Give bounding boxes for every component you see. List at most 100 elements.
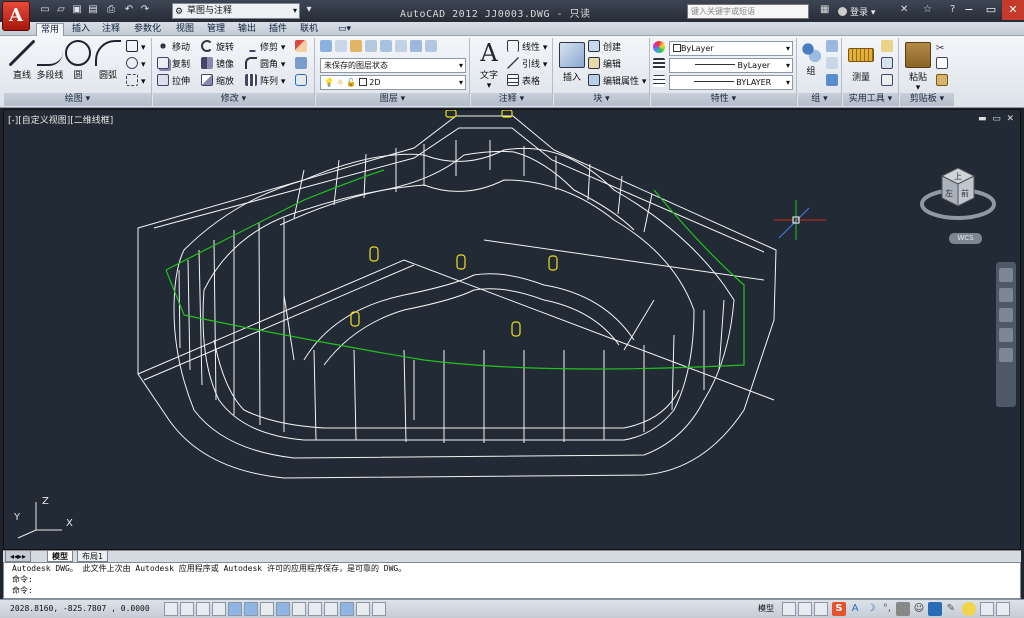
leader-button[interactable]: 引线 ▾ [507,57,547,72]
command-prompt[interactable]: 命令: [4,585,1020,596]
quick-access-dropdown-icon[interactable]: ▾ [302,4,316,17]
wcs-menu[interactable]: WCS [949,233,982,244]
input-method-icon[interactable]: S [832,602,846,616]
ime-letter-icon[interactable]: A [848,602,862,616]
maximize-button[interactable]: ▭ [980,0,1002,20]
pan-icon[interactable] [999,288,1013,302]
tab-manage[interactable]: 管理 [203,23,229,36]
polar-toggle[interactable] [228,602,242,616]
create-block-button[interactable]: 创建 [588,40,621,55]
hatch-button[interactable]: ▾ [126,57,146,72]
selection-cycling-toggle[interactable] [372,602,386,616]
layer-previous-icon[interactable] [350,40,362,52]
draw-panel-title[interactable]: 绘图 ▾ [4,93,151,106]
layer-isolate-icon[interactable] [365,40,377,52]
move-button[interactable]: 移动 [157,40,190,55]
steering-wheel-icon[interactable] [999,268,1013,282]
region-button[interactable]: ▾ [126,74,146,89]
paste-button[interactable]: 粘贴 ▾ [902,42,934,93]
color-select[interactable]: ByLayer ▾ [669,41,793,56]
clean-screen-icon[interactable] [996,602,1010,616]
tab-parametric[interactable]: 参数化 [130,23,165,36]
isolate-objects-icon[interactable] [980,602,994,616]
annotation-scale-icon[interactable] [814,602,828,616]
match-properties-icon[interactable] [653,41,668,56]
tab-online[interactable]: 联机 [296,23,322,36]
infer-constraints-toggle[interactable] [164,602,178,616]
osnap-toggle[interactable] [244,602,258,616]
zoom-icon[interactable] [999,308,1013,322]
minimize-button[interactable]: − [958,0,980,20]
showmotion-icon[interactable] [999,348,1013,362]
shirt-icon[interactable] [928,602,942,616]
save-as-icon[interactable]: ▤ [86,4,100,17]
block-panel-title[interactable]: 块 ▾ [554,93,649,106]
undo-icon[interactable]: ↶ [122,4,136,17]
viewcube-graphic[interactable]: 上 左 前 [918,156,996,236]
clipboard-panel-title[interactable]: 剪贴板 ▾ [900,93,954,106]
cut-icon[interactable]: ✂ [936,40,951,55]
fillet-button[interactable]: 圆角 ▾ [245,57,285,72]
connect-icon[interactable]: ☆ [923,4,932,15]
layer-lock-icon[interactable] [410,40,422,52]
quick-view-drawings-icon[interactable] [798,602,812,616]
login-button[interactable]: 登录 ▾ [838,5,875,18]
drawing-canvas[interactable]: Z Y X [4,110,1021,550]
model-space-button[interactable]: 模型 [758,603,774,614]
keyboard-icon[interactable] [896,602,910,616]
groups-panel-title[interactable]: 组 ▾ [798,93,841,106]
exchange-icon[interactable]: ✕ [900,4,908,15]
copy-clip-icon[interactable] [936,57,951,72]
moon-icon[interactable]: ☽ [864,602,878,616]
tab-annotate[interactable]: 注释 [98,23,124,36]
table-button[interactable]: 表格 [507,74,540,89]
lineweight-toggle[interactable] [324,602,338,616]
select-all-icon[interactable] [881,57,896,72]
layer-state-select[interactable]: 未保存的图层状态 ▾ [320,58,466,73]
layer-unlock-icon[interactable] [425,40,437,52]
viewcube[interactable]: 上 左 前 [918,156,996,236]
calculator-icon[interactable] [881,74,896,89]
circle-button[interactable]: 圆 [62,40,94,81]
offset-button[interactable] [295,74,310,89]
plot-icon[interactable]: ⎙ [104,4,118,17]
application-menu-button[interactable]: A [2,1,30,31]
edit-attributes-button[interactable]: 编辑属性 ▾ [588,74,646,89]
new-icon[interactable]: ▭ [38,4,52,17]
linetype-select[interactable]: ByLayer ▾ [669,58,793,73]
help-icon[interactable]: ? [950,4,955,15]
annotation-panel-title[interactable]: 注释 ▾ [471,93,552,106]
layer-select[interactable]: 💡 ☼ 🔓 2D ▾ [320,75,466,90]
drawing-viewport[interactable]: [-][自定义视图][二维线框] ▬ ▭ ✕ Z Y X 上 左 前 WCS [3,109,1021,550]
scale-button[interactable]: 缩放 [201,74,234,89]
tab-model[interactable]: 模型 [47,551,73,562]
edit-block-button[interactable]: 编辑 [588,57,621,72]
grid-toggle[interactable] [196,602,210,616]
tab-home[interactable]: 常用 [36,23,65,36]
emoji-icon[interactable]: ☺ [912,602,926,616]
arc-button[interactable]: 圆弧 [92,40,124,81]
tab-output[interactable]: 输出 [234,23,260,36]
mirror-button[interactable]: 镜像 [201,57,234,72]
layer-off-icon[interactable] [395,40,407,52]
tab-insert[interactable]: 插入 [68,23,94,36]
3d-osnap-toggle[interactable] [260,602,274,616]
rotate-button[interactable]: 旋转 [201,40,234,55]
tab-view[interactable]: 视图 [172,23,198,36]
layout-nav-arrows[interactable]: ◂◂▸▸ [5,551,32,562]
insert-block-button[interactable]: 插入 [556,42,588,83]
explode-button[interactable] [295,57,310,72]
tab-extra-icon[interactable]: ▭▾ [334,23,355,36]
text-button[interactable]: A 文字 ▾ [473,40,505,91]
tab-plugins[interactable]: 插件 [265,23,291,36]
quick-view-layouts-icon[interactable] [782,602,796,616]
workspace-select[interactable]: ⚙ 草图与注释 ▾ [172,3,300,19]
utilities-panel-title[interactable]: 实用工具 ▾ [843,93,898,106]
group-select-icon[interactable] [826,74,841,89]
erase-button[interactable] [295,40,310,55]
linear-dimension-button[interactable]: 线性 ▾ [507,40,547,55]
match-prop-icon[interactable] [936,74,951,89]
ortho-toggle[interactable] [212,602,226,616]
lineweight-select[interactable]: BYLAYER ▾ [669,75,793,90]
dyn-toggle[interactable] [308,602,322,616]
